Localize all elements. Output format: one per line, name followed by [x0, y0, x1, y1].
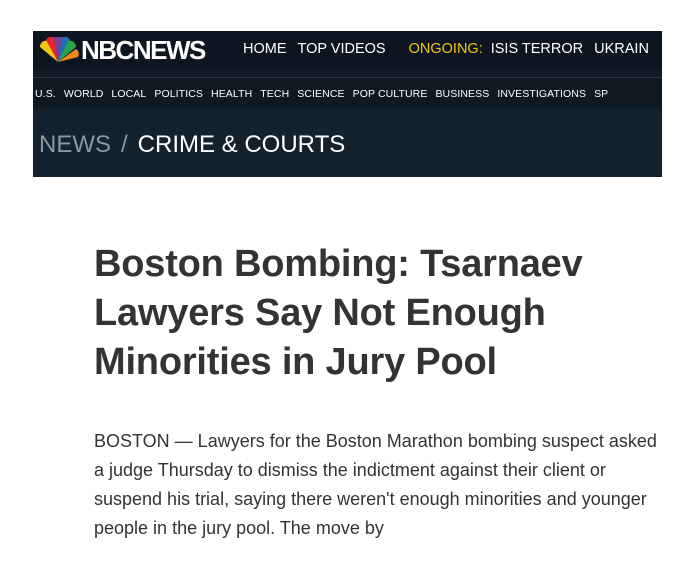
article: Boston Bombing: Tsarnaev Lawyers Say Not… — [94, 240, 664, 543]
section-health[interactable]: HEALTH — [211, 88, 252, 100]
breadcrumb: NEWS / CRIME & COURTS — [39, 131, 345, 159]
section-nav-bar: U.S. WORLD LOCAL POLITICS HEALTH TECH SC… — [33, 77, 662, 106]
primary-nav: HOME TOP VIDEOS ONGOING: ISIS TERROR UKR… — [243, 41, 660, 57]
section-politics[interactable]: POLITICS — [154, 88, 203, 100]
breadcrumb-news[interactable]: NEWS — [39, 131, 111, 158]
ongoing-ukraine[interactable]: UKRAIN — [594, 41, 649, 57]
section-science[interactable]: SCIENCE — [297, 88, 344, 100]
section-world[interactable]: WORLD — [64, 88, 104, 100]
nav-top-videos[interactable]: TOP VIDEOS — [298, 41, 386, 57]
peacock-icon — [39, 37, 79, 62]
site-header: NBCNEWS HOME TOP VIDEOS ONGOING: ISIS TE… — [33, 31, 662, 177]
section-investigations[interactable]: INVESTIGATIONS — [497, 88, 586, 100]
article-body: BOSTON — Lawyers for the Boston Marathon… — [94, 431, 657, 538]
section-sports[interactable]: SP — [594, 88, 608, 100]
ongoing-label: ONGOING: — [408, 41, 483, 57]
section-business[interactable]: BUSINESS — [435, 88, 489, 100]
breadcrumb-bar: NEWS / CRIME & COURTS — [33, 109, 662, 177]
nbc-news-logo[interactable]: NBCNEWS — [37, 34, 206, 65]
article-headline: Boston Bombing: Tsarnaev Lawyers Say Not… — [94, 243, 583, 383]
ongoing-isis-terror[interactable]: ISIS TERROR — [491, 41, 583, 57]
section-us[interactable]: U.S. — [35, 88, 56, 100]
breadcrumb-crime-courts[interactable]: CRIME & COURTS — [138, 131, 346, 158]
section-local[interactable]: LOCAL — [111, 88, 146, 100]
breadcrumb-separator: / — [121, 131, 128, 158]
nav-home[interactable]: HOME — [243, 41, 287, 57]
section-tech[interactable]: TECH — [260, 88, 289, 100]
section-nav: U.S. WORLD LOCAL POLITICS HEALTH TECH SC… — [35, 88, 616, 100]
logo-wordmark: NBCNEWS — [81, 34, 206, 65]
section-pop-culture[interactable]: POP CULTURE — [353, 88, 428, 100]
top-nav-bar: NBCNEWS HOME TOP VIDEOS ONGOING: ISIS TE… — [33, 31, 662, 69]
